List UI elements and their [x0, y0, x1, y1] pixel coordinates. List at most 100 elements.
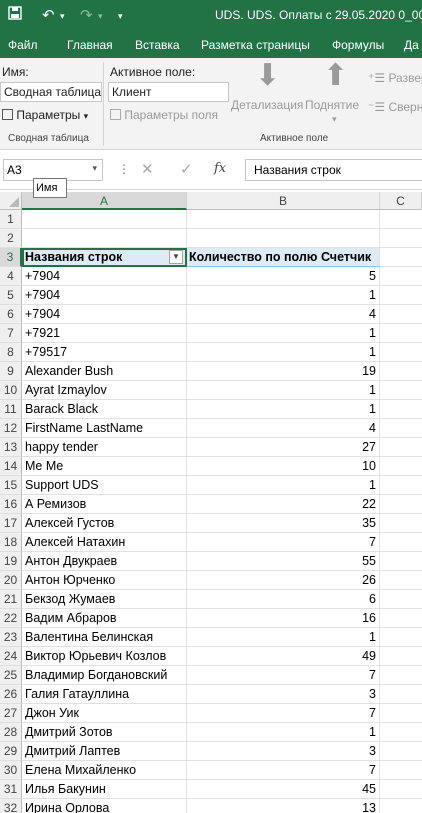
cell-a[interactable]: Валентина Белинская [22, 628, 187, 647]
cell-b[interactable]: 1 [187, 324, 380, 343]
cell-b[interactable]: 35 [187, 514, 380, 533]
pivot-name-input[interactable]: Сводная таблица1 [0, 82, 102, 102]
cell-a[interactable]: Бекзод Жумаев [22, 590, 187, 609]
cell-b[interactable]: 1 [187, 343, 380, 362]
cell-b[interactable]: 6 [187, 590, 380, 609]
select-all-button[interactable] [0, 192, 22, 210]
row-header[interactable]: 23 [0, 628, 22, 647]
field-params-button[interactable]: Параметры поля [110, 108, 218, 122]
cell-b[interactable]: 19 [187, 362, 380, 381]
row-header[interactable]: 6 [0, 305, 22, 324]
cell-a[interactable] [22, 229, 187, 248]
cell-b[interactable]: 22 [187, 495, 380, 514]
cell-c[interactable] [380, 571, 422, 590]
tab-formulas[interactable]: Формулы [332, 38, 384, 52]
row-header[interactable]: 27 [0, 704, 22, 723]
cell-c[interactable] [380, 457, 422, 476]
filter-dropdown-icon[interactable]: ▼ [169, 250, 183, 264]
cell-b[interactable]: 3 [187, 742, 380, 761]
count-header-cell[interactable]: Количество по полю Счетчик [187, 248, 380, 267]
row-header[interactable]: 26 [0, 685, 22, 704]
row-header[interactable]: 18 [0, 533, 22, 552]
cell-b[interactable]: 7 [187, 704, 380, 723]
cell-c[interactable] [380, 438, 422, 457]
cell-a[interactable]: +7904 [22, 305, 187, 324]
cell-b[interactable] [187, 229, 380, 248]
cell-c[interactable] [380, 723, 422, 742]
tab-insert[interactable]: Вставка [135, 38, 180, 52]
active-field-input[interactable]: Клиент [108, 82, 229, 102]
cell-b[interactable]: 26 [187, 571, 380, 590]
undo-icon[interactable]: ↶ [42, 6, 55, 24]
cell-c[interactable] [380, 495, 422, 514]
row-labels-header-cell[interactable]: Названия строк ▼ [22, 248, 187, 267]
cell-c[interactable] [380, 628, 422, 647]
cell-c[interactable] [380, 381, 422, 400]
cell-c[interactable] [380, 685, 422, 704]
pivot-params-button[interactable]: Параметры ▾ [2, 108, 88, 122]
cell-c[interactable] [380, 419, 422, 438]
tab-data[interactable]: Да [404, 38, 419, 52]
formula-input[interactable]: Названия строк [245, 159, 422, 181]
cell-a[interactable]: Виктор Юрьевич Козлов [22, 647, 187, 666]
cell-b[interactable]: 7 [187, 761, 380, 780]
cell-b[interactable]: 27 [187, 438, 380, 457]
cell-b[interactable]: 1 [187, 628, 380, 647]
cell-c[interactable] [380, 647, 422, 666]
cell-a[interactable]: happy tender [22, 438, 187, 457]
cell-c[interactable] [380, 343, 422, 362]
row-header[interactable]: 10 [0, 381, 22, 400]
insert-function-icon[interactable]: fx [214, 161, 226, 176]
expand-field-button[interactable]: ⁺☰ Разверн [368, 71, 422, 85]
chevron-down-icon[interactable]: ▾ [92, 163, 97, 174]
row-header[interactable]: 5 [0, 286, 22, 305]
cell-b[interactable]: 10 [187, 457, 380, 476]
row-header[interactable]: 15 [0, 476, 22, 495]
drillup-button[interactable]: Поднятие [305, 98, 359, 112]
row-header[interactable]: 1 [0, 210, 22, 229]
row-header[interactable]: 11 [0, 400, 22, 419]
cell-b[interactable]: 1 [187, 400, 380, 419]
row-header[interactable]: 3 [0, 248, 22, 267]
drillup-dropdown-icon[interactable]: ▾ [332, 114, 337, 125]
cell-c[interactable] [380, 324, 422, 343]
cell-c[interactable] [380, 514, 422, 533]
cell-c[interactable] [380, 590, 422, 609]
drilldown-button[interactable]: Детализация [231, 98, 303, 112]
row-header[interactable]: 29 [0, 742, 22, 761]
row-header[interactable]: 28 [0, 723, 22, 742]
customize-qat-icon[interactable]: ▾ [118, 11, 123, 22]
cell-c[interactable] [380, 210, 422, 229]
cell-a[interactable]: Вадим Абраров [22, 609, 187, 628]
cell-a[interactable]: Ирина Орлова [22, 799, 187, 813]
tab-file[interactable]: Файл [8, 38, 38, 52]
save-icon[interactable] [8, 6, 22, 24]
cell-b[interactable]: 1 [187, 286, 380, 305]
cell-c[interactable] [380, 400, 422, 419]
cell-a[interactable]: Алексей Густов [22, 514, 187, 533]
enter-icon[interactable]: ✓ [180, 160, 193, 178]
cell-b[interactable]: 4 [187, 419, 380, 438]
tab-page-layout[interactable]: Разметка страницы [201, 38, 310, 52]
cell-b[interactable]: 1 [187, 723, 380, 742]
row-header[interactable]: 16 [0, 495, 22, 514]
cell-a[interactable]: Антон Юрченко [22, 571, 187, 590]
cell-c[interactable] [380, 704, 422, 723]
cell-c[interactable] [380, 286, 422, 305]
cell-a[interactable]: Алексей Натахин [22, 533, 187, 552]
cell-a[interactable]: Джон Уик [22, 704, 187, 723]
cell-a[interactable]: +7904 [22, 286, 187, 305]
row-header[interactable]: 31 [0, 780, 22, 799]
tab-home[interactable]: Главная [67, 38, 113, 52]
cell-a[interactable]: А Ремизов [22, 495, 187, 514]
row-header[interactable]: 25 [0, 666, 22, 685]
row-header[interactable]: 12 [0, 419, 22, 438]
cell-b[interactable]: 5 [187, 267, 380, 286]
cancel-icon[interactable]: ✕ [141, 160, 154, 178]
redo-icon[interactable]: ↷ [80, 6, 93, 24]
cell-a[interactable]: Владимир Богдановский [22, 666, 187, 685]
cell-b[interactable]: 1 [187, 381, 380, 400]
row-header[interactable]: 2 [0, 229, 22, 248]
cell-c[interactable] [380, 609, 422, 628]
undo-dropdown-icon[interactable]: ▾ [60, 11, 65, 22]
